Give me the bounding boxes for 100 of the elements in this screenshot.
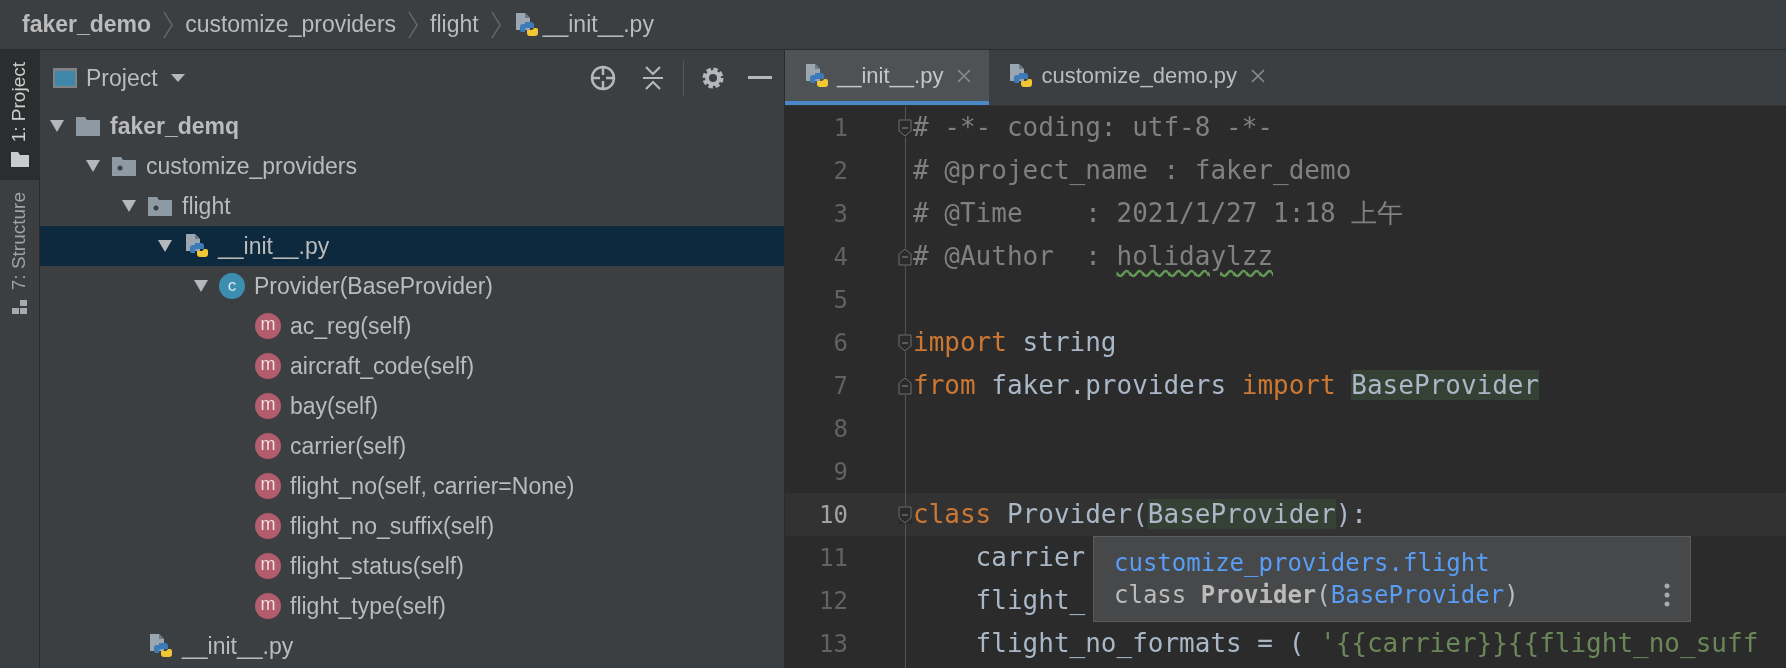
fold-marker-icon[interactable] bbox=[898, 377, 912, 395]
side-tab-label: 7: Structure bbox=[7, 192, 31, 291]
python-file-icon bbox=[803, 62, 829, 89]
tree-item[interactable]: m flight_no(self, carrier=None) bbox=[40, 466, 784, 506]
tree-item[interactable]: faker_demq bbox=[40, 106, 784, 146]
code-line: # @Author : holidaylzz bbox=[913, 240, 1274, 273]
tree-item[interactable]: flight bbox=[40, 186, 784, 226]
fold-marker-icon[interactable] bbox=[898, 506, 912, 524]
code-line: # @project_name : faker_demo bbox=[913, 154, 1352, 187]
line-number: 8 bbox=[832, 413, 848, 445]
line-number: 1 bbox=[832, 112, 848, 144]
more-icon[interactable] bbox=[1664, 583, 1670, 607]
tree-item[interactable]: m carrier(self) bbox=[40, 426, 784, 466]
tree-item-label: flight_no_suffix(self) bbox=[290, 511, 495, 541]
side-tab-label: 1: Project bbox=[7, 62, 31, 143]
line-number: 7 bbox=[832, 370, 848, 402]
method-icon: m bbox=[255, 553, 281, 579]
line-number: 12 bbox=[818, 585, 848, 617]
method-icon: m bbox=[255, 433, 281, 459]
line-number: 6 bbox=[832, 327, 848, 359]
tree-item-label: __init__.py bbox=[182, 631, 294, 661]
structure-icon bbox=[10, 298, 29, 317]
window-icon bbox=[52, 67, 78, 89]
package-folder-icon bbox=[147, 195, 173, 217]
breadcrumb[interactable]: faker_demo bbox=[22, 7, 152, 42]
tree-item-label: customize_providers bbox=[146, 151, 357, 181]
line-number: 10 bbox=[818, 499, 848, 531]
tree-item-label: faker_demq bbox=[110, 111, 240, 141]
chevron-icon bbox=[408, 9, 419, 40]
method-icon: m bbox=[255, 313, 281, 339]
method-icon: m bbox=[255, 473, 281, 499]
line-number: 4 bbox=[832, 241, 848, 273]
tree-item[interactable]: m ac_reg(self) bbox=[40, 306, 784, 346]
class-signature: class Provider(BaseProvider) bbox=[1114, 580, 1519, 611]
fold-marker-icon[interactable] bbox=[898, 248, 912, 266]
tree-item-label: carrier(self) bbox=[290, 431, 407, 461]
code-line: # @Time : 2021/1/27 1:18 上午 bbox=[913, 197, 1404, 230]
fold-marker-icon[interactable] bbox=[898, 119, 912, 137]
tree-item[interactable]: m flight_status(self) bbox=[40, 546, 784, 586]
tree-item-label: flight_type(self) bbox=[290, 591, 446, 621]
locate-icon[interactable] bbox=[589, 64, 617, 92]
chevron-icon bbox=[490, 9, 501, 40]
tree-item[interactable]: m aircraft_code(self) bbox=[40, 346, 784, 386]
code-line: flight_no_formats = ( '{{carrier}}{{flight_no_suff bbox=[974, 627, 1759, 660]
code-line: # -*- coding: utf-8 -*- bbox=[913, 111, 1274, 144]
package-folder-icon bbox=[111, 155, 137, 177]
tree-item[interactable]: m bay(self) bbox=[40, 386, 784, 426]
tree-item-label: __init__.py bbox=[218, 231, 330, 261]
minimize-icon[interactable] bbox=[748, 76, 772, 80]
tree-item[interactable]: c Provider(BaseProvider) bbox=[40, 266, 784, 306]
folder-icon bbox=[75, 115, 101, 137]
tree-item-label: aircraft_code(self) bbox=[290, 351, 475, 381]
tab-label: customize_demo.py bbox=[1041, 62, 1238, 90]
tree-item-label: bay(self) bbox=[290, 391, 379, 421]
tab-label: __init__.py bbox=[837, 62, 944, 90]
line-number: 13 bbox=[818, 628, 848, 660]
code-line: flight_ bbox=[974, 584, 1086, 617]
code-line: class Provider(BaseProvider): bbox=[913, 498, 1367, 531]
method-icon: m bbox=[255, 513, 281, 539]
expand-arrow-icon[interactable] bbox=[193, 279, 209, 293]
chevron-icon bbox=[163, 9, 174, 40]
tree-item[interactable]: customize_providers bbox=[40, 146, 784, 186]
code-line: carrier bbox=[974, 541, 1086, 574]
expand-arrow-icon[interactable] bbox=[85, 159, 101, 173]
expand-arrow-icon[interactable] bbox=[157, 239, 173, 253]
tree-item[interactable]: m flight_type(self) bbox=[40, 586, 784, 626]
line-number: 5 bbox=[832, 284, 848, 316]
tree-item-label: flight_status(self) bbox=[290, 551, 464, 581]
line-number: 11 bbox=[818, 542, 848, 574]
method-icon: m bbox=[255, 393, 281, 419]
tree-item-label: ac_reg(self) bbox=[290, 311, 412, 341]
editor-tab[interactable]: customize_demo.py bbox=[989, 50, 1284, 105]
side-tab[interactable]: 1: Project bbox=[0, 50, 39, 181]
python-file-icon bbox=[147, 633, 173, 659]
class-icon: c bbox=[219, 273, 245, 299]
module-path[interactable]: customize_providers.flight bbox=[1114, 547, 1670, 579]
expand-arrow-icon[interactable] bbox=[49, 119, 65, 133]
settings-icon[interactable] bbox=[700, 65, 726, 91]
code-line: from faker.providers import BaseProvider bbox=[913, 369, 1540, 402]
fold-marker-icon[interactable] bbox=[898, 334, 912, 352]
collapse-all-icon[interactable] bbox=[641, 64, 665, 92]
close-icon[interactable] bbox=[1251, 68, 1266, 83]
line-number: 3 bbox=[832, 198, 848, 230]
side-tab[interactable]: 7: Structure bbox=[0, 180, 39, 329]
editor-tab[interactable]: __init__.py bbox=[785, 50, 990, 105]
breadcrumb[interactable]: flight bbox=[430, 7, 479, 42]
code-line: import string bbox=[913, 326, 1117, 359]
tree-item[interactable]: m flight_no_suffix(self) bbox=[40, 506, 784, 546]
python-file-icon bbox=[1007, 62, 1034, 89]
folder-icon bbox=[9, 150, 30, 169]
tree-item-label: flight bbox=[182, 191, 231, 221]
line-number: 9 bbox=[832, 456, 848, 488]
tree-item[interactable]: __init__.py bbox=[40, 226, 784, 266]
panel-title[interactable]: Project bbox=[86, 60, 158, 96]
breadcrumb[interactable]: customize_providers bbox=[185, 7, 397, 42]
dropdown-caret-icon[interactable] bbox=[169, 73, 186, 83]
breadcrumb[interactable]: __init__.py bbox=[542, 7, 654, 42]
tree-item[interactable]: __init__.py bbox=[40, 626, 784, 666]
method-icon: m bbox=[255, 353, 281, 379]
expand-arrow-icon[interactable] bbox=[121, 199, 137, 213]
